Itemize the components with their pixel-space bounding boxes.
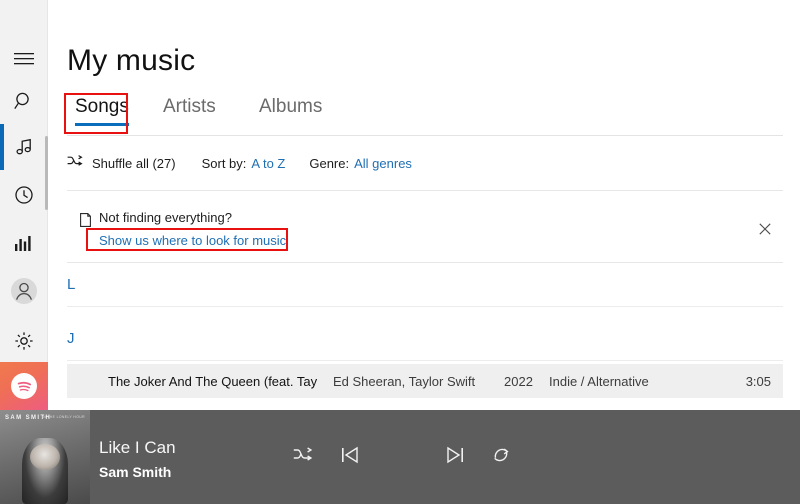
music-app-window: My music Songs Artists Albums — [0, 0, 800, 504]
find-music-notification: Not finding everything? Show us where to… — [67, 203, 783, 261]
list-toolbar: Shuffle all (27) Sort by: A to Z Genre: … — [67, 152, 412, 174]
notification-divider — [67, 262, 783, 263]
show-us-where-link[interactable]: Show us where to look for music — [99, 233, 286, 248]
notification-text: Not finding everything? — [99, 210, 232, 225]
tab-songs[interactable]: Songs — [75, 96, 129, 126]
sort-by-control[interactable]: Sort by: A to Z — [202, 156, 286, 171]
notification-close-button[interactable] — [753, 217, 777, 241]
group-header-l: L — [67, 276, 75, 293]
toolbar-divider — [67, 190, 783, 191]
close-icon — [759, 223, 771, 235]
song-genre: Indie / Alternative — [549, 374, 649, 389]
gear-icon — [14, 331, 34, 351]
sidebar-item-account[interactable] — [0, 268, 48, 314]
content-area: My music Songs Artists Albums — [56, 0, 800, 410]
sidebar-rail — [0, 0, 48, 410]
shuffle-all-button[interactable]: Shuffle all (27) — [67, 155, 176, 171]
sort-by-value[interactable]: A to Z — [251, 156, 285, 171]
shuffle-button[interactable] — [286, 440, 320, 474]
search-icon — [14, 91, 34, 111]
next-icon — [445, 446, 465, 469]
sidebar-item-settings[interactable] — [0, 318, 48, 364]
tab-bar: Songs Artists Albums — [67, 96, 783, 136]
shuffle-all-label: Shuffle all (27) — [92, 156, 176, 171]
player-bar: SAM SMITH IN THE LONELY HOUR Like I Can … — [0, 410, 800, 504]
music-note-icon — [14, 137, 34, 157]
equalizer-icon — [14, 235, 34, 251]
tab-albums-label: Albums — [259, 96, 322, 117]
genre-label: Genre: — [309, 156, 349, 171]
now-playing-artist: Sam Smith — [99, 464, 171, 480]
tab-artists[interactable]: Artists — [163, 96, 216, 126]
shuffle-icon — [67, 155, 83, 171]
sidebar-selection-indicator — [0, 124, 4, 170]
group-header-j: J — [67, 330, 75, 347]
tab-artists-label: Artists — [163, 96, 216, 117]
shuffle-icon — [293, 447, 313, 468]
sidebar-item-menu[interactable] — [0, 36, 48, 82]
person-icon — [8, 275, 40, 307]
repeat-icon — [491, 446, 511, 469]
song-artist: Ed Sheeran, Taylor Swift — [333, 374, 475, 389]
spotify-icon — [11, 373, 37, 399]
album-art[interactable]: SAM SMITH IN THE LONELY HOUR — [0, 410, 90, 504]
sort-by-label: Sort by: — [202, 156, 247, 171]
repeat-button[interactable] — [484, 440, 518, 474]
folder-icon — [80, 213, 91, 232]
song-year: 2022 — [504, 374, 533, 389]
genre-control[interactable]: Genre: All genres — [309, 156, 412, 171]
tab-songs-label: Songs — [75, 96, 129, 117]
previous-icon — [340, 446, 360, 469]
tab-albums[interactable]: Albums — [259, 96, 322, 126]
vertical-scrollbar[interactable] — [45, 136, 48, 210]
next-button[interactable] — [438, 440, 472, 474]
sidebar-item-charts[interactable] — [0, 220, 48, 266]
tab-divider — [67, 135, 783, 136]
clock-icon — [14, 185, 34, 205]
song-duration: 3:05 — [746, 374, 771, 389]
sidebar-item-spotify[interactable] — [0, 362, 48, 410]
page-title: My music — [67, 44, 195, 78]
album-art-subtitle: IN THE LONELY HOUR — [42, 415, 85, 419]
song-title: The Joker And The Queen (feat. Tay — [108, 374, 326, 389]
table-row[interactable]: The Joker And The Queen (feat. Tay Ed Sh… — [67, 364, 783, 398]
sidebar-item-recent[interactable] — [0, 172, 48, 218]
genre-value[interactable]: All genres — [354, 156, 412, 171]
previous-button[interactable] — [333, 440, 367, 474]
group-rule-l — [67, 306, 783, 307]
group-rule-j — [67, 360, 783, 361]
album-art-face — [30, 444, 60, 470]
hamburger-icon — [14, 52, 34, 66]
sidebar-item-my-music[interactable] — [0, 124, 48, 170]
now-playing-title: Like I Can — [99, 438, 176, 458]
sidebar-item-search[interactable] — [0, 78, 48, 124]
tab-active-underline — [75, 123, 129, 126]
